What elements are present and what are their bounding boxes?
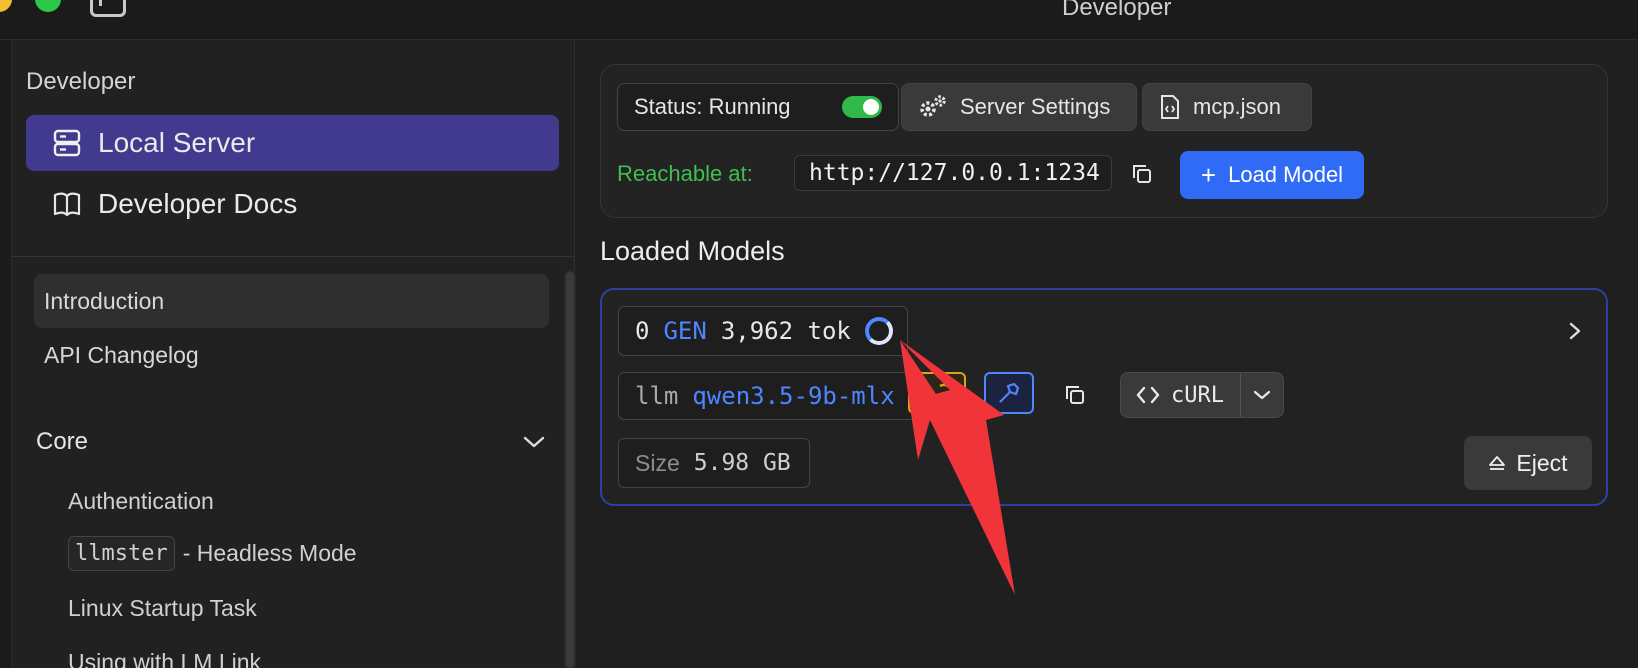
- doc-subitem-label: Authentication: [68, 488, 214, 514]
- tool-use-icon: [984, 372, 1034, 414]
- doc-item-api-changelog[interactable]: API Changelog: [34, 328, 549, 382]
- token-count: 3,962 tok: [720, 317, 851, 345]
- doc-item-introduction[interactable]: Introduction: [34, 274, 549, 328]
- model-size: Size 5.98 GB: [618, 438, 810, 488]
- server-settings-label: Server Settings: [960, 94, 1111, 119]
- copy-icon: [1133, 165, 1151, 183]
- book-icon: [53, 192, 81, 217]
- doc-item-label: API Changelog: [44, 341, 199, 368]
- mcp-json-button[interactable]: mcp.json: [1142, 83, 1312, 131]
- doc-section-core[interactable]: Core: [36, 420, 551, 464]
- gears-icon: [920, 95, 946, 117]
- mcp-json-label: mcp.json: [1193, 94, 1282, 119]
- window-title: Developer: [1062, 0, 1172, 21]
- doc-subitem-label: Using with LM Link: [68, 649, 262, 668]
- server-url[interactable]: http://127.0.0.1:1234: [794, 155, 1112, 191]
- chevron-down-icon: [1253, 390, 1271, 400]
- eject-icon: [1489, 456, 1506, 470]
- doc-subitem-lm-link[interactable]: Using with LM Link: [68, 649, 261, 668]
- doc-subitem-label: Linux Startup Task: [68, 595, 257, 621]
- zoom-window-button[interactable]: [35, 0, 61, 12]
- eject-label: Eject: [1516, 449, 1568, 476]
- sidebar-toggle-icon[interactable]: [90, 0, 126, 17]
- nav-item-label: Local Server: [98, 127, 256, 158]
- model-stats: 0 GEN 3,962 tok: [618, 306, 908, 356]
- doc-subitem-authentication[interactable]: Authentication: [68, 488, 214, 515]
- curl-dropdown-button[interactable]: [1241, 373, 1283, 417]
- loaded-model-card: 0 GEN 3,962 tok llm qwen3.5-9b-mlx cURL …: [600, 288, 1608, 506]
- reachable-label: Reachable at:: [617, 161, 753, 186]
- model-identifier[interactable]: llm qwen3.5-9b-mlx: [618, 372, 924, 420]
- chevron-down-icon: [523, 436, 545, 448]
- curl-split-button: cURL: [1120, 372, 1284, 418]
- loading-spinner-icon: [864, 317, 893, 345]
- doc-item-label: Introduction: [44, 287, 165, 314]
- load-model-label: Load Model: [1228, 162, 1344, 187]
- plus-icon: +: [1200, 160, 1217, 190]
- nav-item-local-server[interactable]: Local Server: [26, 115, 559, 171]
- curl-button[interactable]: cURL: [1121, 373, 1241, 417]
- vision-capability-icon: [908, 372, 966, 414]
- copy-icon: [1066, 386, 1084, 404]
- size-value: 5.98 GB: [693, 450, 791, 476]
- server-status-toggle[interactable]: Status: Running: [617, 83, 899, 131]
- main-panel: Status: Running Server Settings mcp.json…: [576, 40, 1638, 668]
- nav-item-developer-docs[interactable]: Developer Docs: [26, 176, 559, 232]
- code-brackets-icon: [1136, 386, 1160, 404]
- file-code-icon: [1161, 95, 1179, 119]
- nav-item-label: Developer Docs: [98, 188, 298, 219]
- sidebar: Developer Local Server Developer Docs In…: [12, 40, 576, 668]
- left-rail: [0, 40, 12, 668]
- loaded-models-title: Loaded Models: [600, 236, 785, 266]
- model-state: GEN: [663, 317, 707, 345]
- sidebar-divider: [12, 256, 575, 257]
- sidebar-scrollbar[interactable]: [564, 270, 576, 668]
- status-label: Status: Running: [634, 94, 791, 119]
- scrollbar-thumb[interactable]: [566, 272, 574, 668]
- copy-url-button[interactable]: [1127, 159, 1157, 189]
- doc-subitem-label: - Headless Mode: [182, 540, 357, 566]
- eject-button[interactable]: Eject: [1464, 436, 1592, 490]
- sidebar-heading: Developer: [26, 68, 136, 95]
- doc-section-label: Core: [36, 428, 89, 455]
- doc-subitem-headless-mode[interactable]: llmster - Headless Mode: [68, 536, 357, 571]
- title-bar: Developer: [0, 0, 1638, 40]
- curl-label: cURL: [1171, 382, 1224, 408]
- code-chip: llmster: [68, 536, 175, 571]
- server-icon: [53, 129, 81, 157]
- copy-model-id-button[interactable]: [1060, 380, 1090, 410]
- size-label: Size: [635, 449, 680, 476]
- model-index: 0: [635, 317, 650, 345]
- status-switch[interactable]: [842, 96, 882, 118]
- server-settings-button[interactable]: Server Settings: [901, 83, 1137, 131]
- load-model-button[interactable]: + Load Model: [1180, 151, 1364, 199]
- minimize-window-button[interactable]: [0, 0, 12, 12]
- chevron-right-icon[interactable]: [1566, 316, 1584, 346]
- doc-subitem-linux-startup-task[interactable]: Linux Startup Task: [68, 595, 257, 622]
- model-name: qwen3.5-9b-mlx: [692, 382, 895, 410]
- server-card: Status: Running Server Settings mcp.json…: [600, 64, 1608, 218]
- model-kind: llm: [635, 382, 679, 410]
